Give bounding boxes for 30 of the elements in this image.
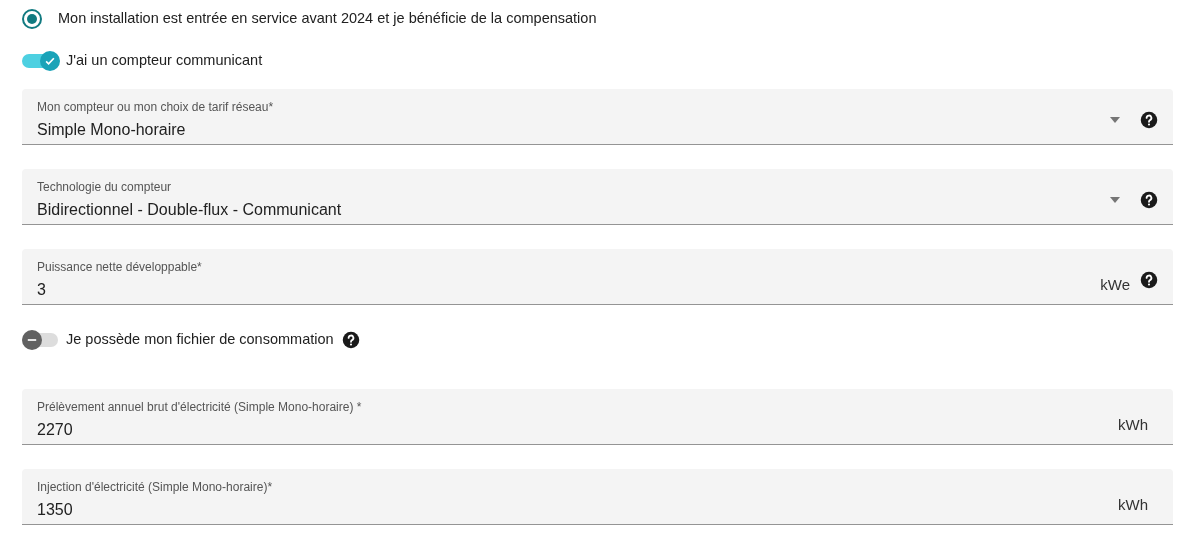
select-field[interactable]: Mon compteur ou mon choix de tarif réseau* Simple Mono-horaire xyxy=(22,89,1173,145)
input-field[interactable]: Puissance nette développable* 3 kWe xyxy=(22,249,1173,305)
input-field[interactable]: Prélèvement annuel brut d'électricité (Simple Mono-horaire) * 2270 kWh xyxy=(22,389,1173,445)
dropdown-caret-icon[interactable] xyxy=(1110,116,1120,123)
field-label: Technologie du compteur xyxy=(37,178,173,195)
switch-label: J'ai un compteur communicant xyxy=(66,51,263,71)
field-value: 1350 xyxy=(37,499,74,520)
field-value: Simple Mono-horaire xyxy=(37,119,187,140)
help-icon[interactable] xyxy=(341,331,360,349)
field-label: Prélèvement annuel brut d'électricité (Simple Mono-horaire) * xyxy=(37,398,363,415)
dropdown-caret-icon[interactable] xyxy=(1110,196,1120,203)
radio-button[interactable] xyxy=(22,9,42,29)
field-value: 2270 xyxy=(37,419,74,440)
field-label: Puissance nette développable* xyxy=(37,258,203,275)
help-icon[interactable] xyxy=(1140,270,1158,289)
select-field[interactable]: Technologie du compteur Bidirectionnel - Double-flux - Communicant xyxy=(22,169,1173,225)
unit-suffix: kWe xyxy=(1100,274,1130,295)
field-value: 3 xyxy=(37,279,47,300)
field-value: Bidirectionnel - Double-flux - Communicant xyxy=(37,199,343,220)
unit-suffix: kWh xyxy=(1118,494,1148,515)
switch-label: Je possède mon fichier de consommation xyxy=(66,330,334,350)
field-label: Injection d'électricité (Simple Mono-horaire)* xyxy=(37,478,274,495)
help-icon[interactable] xyxy=(1140,190,1158,209)
input-field[interactable]: Injection d'électricité (Simple Mono-horaire)* 1350 kWh xyxy=(22,469,1173,525)
help-icon[interactable] xyxy=(1140,110,1158,129)
toggle-switch[interactable] xyxy=(22,333,58,347)
field-label: Mon compteur ou mon choix de tarif réseau* xyxy=(37,98,275,115)
radio-label: Mon installation est entrée en service avant 2024 et je bénéficie de la compensation xyxy=(58,9,597,29)
toggle-switch[interactable] xyxy=(22,54,58,68)
unit-suffix: kWh xyxy=(1118,414,1148,435)
